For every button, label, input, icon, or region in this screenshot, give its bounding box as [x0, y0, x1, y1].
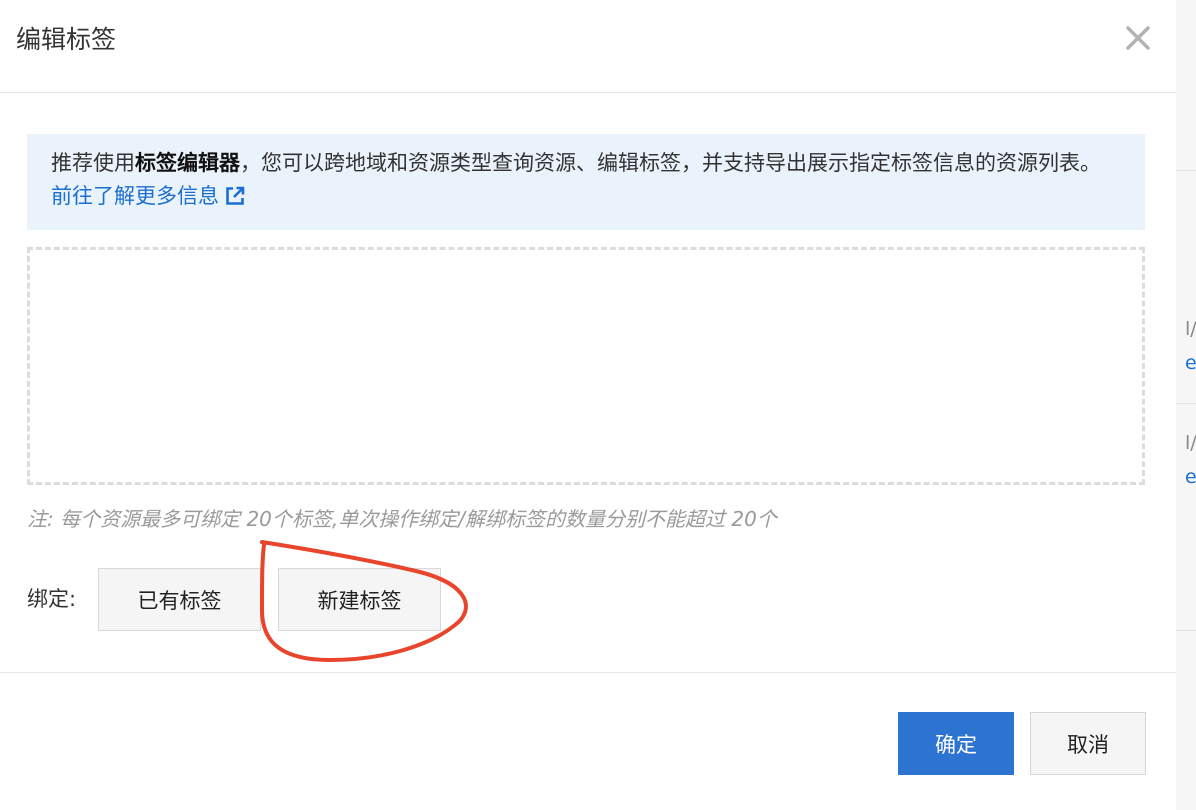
confirm-button[interactable]: 确定 [898, 712, 1014, 775]
background-page-edge: l/ e l/ e [1176, 0, 1196, 810]
bind-label: 绑定: [27, 587, 77, 611]
learn-more-label[interactable]: 前往了解更多信息 [51, 184, 219, 208]
footer-divider [0, 672, 1176, 673]
bg-fragment: e [1185, 466, 1196, 488]
existing-tags-button[interactable]: 已有标签 [98, 568, 261, 631]
info-banner: 推荐使用标签编辑器，您可以跨地域和资源类型查询资源、编辑标签，并支持导出展示指定… [27, 134, 1145, 230]
new-tag-button[interactable]: 新建标签 [278, 568, 441, 631]
info-text-suffix: ，您可以跨地域和资源类型查询资源、编辑标签，并支持导出展示指定标签信息的资源列表… [240, 151, 1101, 175]
bg-fragment: l/ [1185, 318, 1196, 340]
close-button[interactable] [1124, 24, 1152, 52]
row-separator [1176, 170, 1196, 171]
bg-fragment: e [1185, 352, 1196, 374]
cancel-button[interactable]: 取消 [1030, 712, 1146, 775]
close-icon[interactable] [1124, 24, 1152, 52]
row-separator [1176, 630, 1196, 631]
edit-tags-dialog: 编辑标签 推荐使用标签编辑器，您可以跨地域和资源类型查询资源、编辑标签，并支持导… [0, 0, 1176, 810]
header-divider [0, 92, 1176, 93]
external-link-icon[interactable] [225, 186, 245, 206]
bg-fragment: l/ [1185, 432, 1196, 454]
limit-note: 注: 每个资源最多可绑定 20个标签,单次操作绑定/解绑标签的数量分别不能超过 … [27, 507, 777, 531]
row-separator [1176, 403, 1196, 404]
tag-editor-name: 标签编辑器 [135, 151, 240, 175]
tag-list-area [27, 247, 1145, 485]
learn-more-link[interactable]: 前往了解更多信息 [51, 184, 245, 208]
dialog-title: 编辑标签 [16, 25, 117, 54]
info-text-prefix: 推荐使用 [51, 151, 135, 175]
